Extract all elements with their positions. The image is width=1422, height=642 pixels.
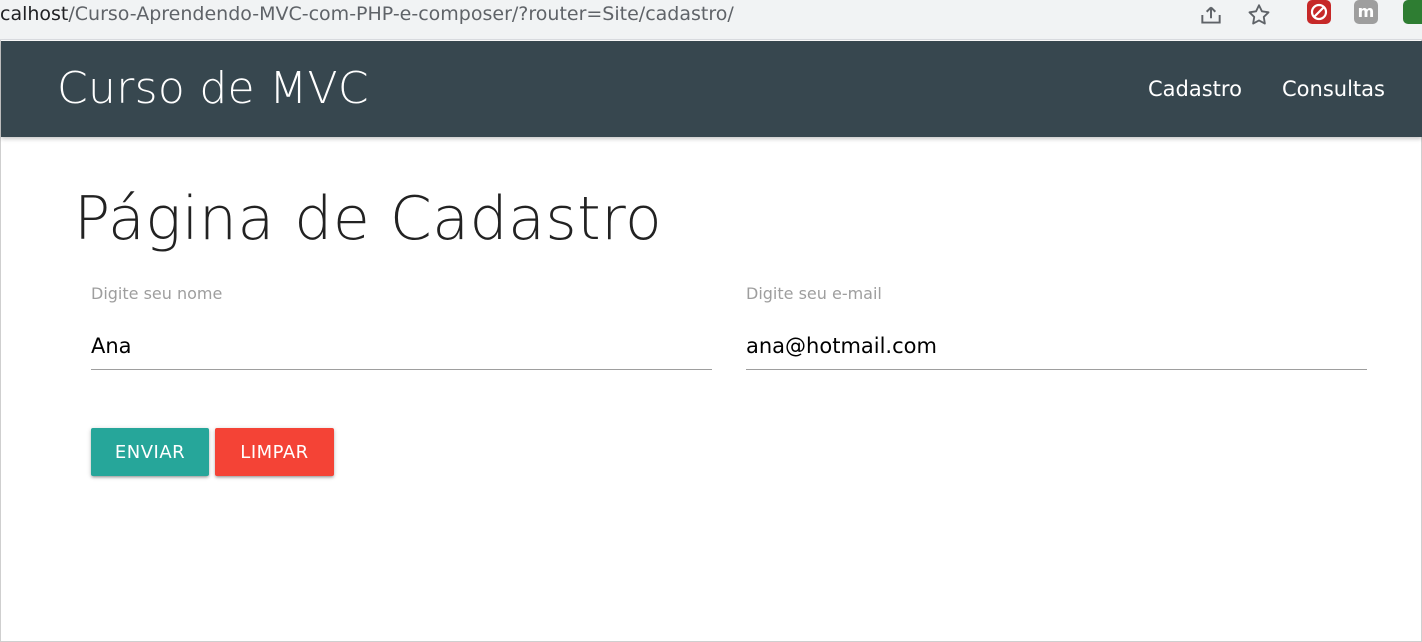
extension-m-icon[interactable]: m (1354, 0, 1378, 24)
nav-link-consultas[interactable]: Consultas (1282, 77, 1385, 101)
bookmark-star-icon[interactable] (1246, 2, 1272, 28)
clear-button[interactable]: Limpar (215, 428, 334, 476)
name-field: Digite seu nome (91, 282, 712, 372)
name-field-label: Digite seu nome (91, 284, 223, 303)
email-field: Digite seu e-mail (746, 282, 1367, 372)
page-viewport: Curso de MVC Cadastro Consultas Página d… (0, 40, 1422, 642)
share-icon[interactable] (1198, 2, 1224, 28)
email-input[interactable] (746, 322, 1367, 370)
brand-logo[interactable]: Curso de MVC (57, 63, 369, 114)
top-navbar: Curso de MVC Cadastro Consultas (1, 41, 1422, 137)
extension-green-icon[interactable] (1403, 0, 1422, 24)
url-text[interactable]: calhost/Curso-Aprendendo-MVC-com-PHP-e-c… (0, 1, 734, 27)
browser-toolbar: calhost/Curso-Aprendendo-MVC-com-PHP-e-c… (0, 0, 1422, 40)
email-field-label: Digite seu e-mail (746, 284, 882, 303)
page-title: Página de Cadastro (74, 184, 663, 254)
send-button[interactable]: Enviar (91, 428, 209, 476)
address-bar[interactable]: calhost/Curso-Aprendendo-MVC-com-PHP-e-c… (0, 0, 1285, 34)
extension-red-icon[interactable] (1307, 0, 1331, 24)
name-input[interactable] (91, 322, 712, 370)
nav-link-cadastro[interactable]: Cadastro (1148, 77, 1242, 101)
